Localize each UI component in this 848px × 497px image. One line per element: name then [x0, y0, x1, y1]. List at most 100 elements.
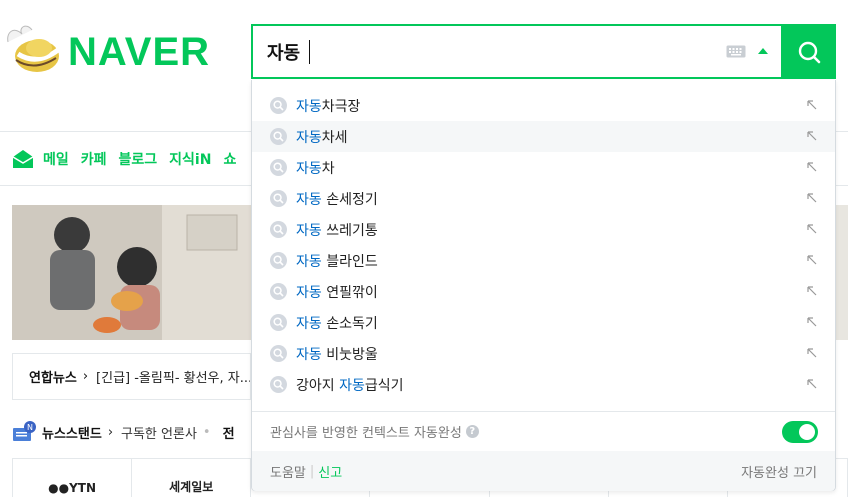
search-icon: [270, 97, 287, 114]
arrow-up-left-icon[interactable]: [806, 316, 818, 328]
chevron-right-icon: ›: [82, 369, 89, 384]
arrow-up-left-icon[interactable]: [806, 192, 818, 204]
press-logo-text: ●●YTN: [48, 481, 96, 495]
suggestion-rest: 차: [321, 160, 335, 177]
help-link[interactable]: 도움말: [270, 462, 306, 481]
service-nav: 메일 카페 블로그 지식iN 쇼: [12, 147, 250, 171]
context-autocomplete-label: 관심사를 반영한 컨텍스트 자동완성: [270, 426, 462, 441]
suggestion-match: 자동: [296, 346, 322, 363]
arrow-up-left-icon[interactable]: [806, 254, 818, 266]
ad-banner-image[interactable]: [12, 205, 251, 340]
suggestion-text: 자동 쓰레기통: [296, 220, 378, 240]
search-button[interactable]: [781, 24, 836, 79]
side-banner-image[interactable]: [836, 205, 848, 340]
news-source: 연합뉴스: [29, 371, 77, 386]
suggestion-item[interactable]: 자동차극장: [252, 90, 835, 121]
search-icon: [798, 41, 820, 63]
suggestion-text: 강아지 자동급식기: [296, 375, 404, 395]
suggestion-item[interactable]: 자동 쓰레기통: [252, 214, 835, 245]
autocomplete-footer: 도움말 | 신고 자동완성 끄기: [252, 451, 835, 491]
search-icon: [270, 252, 287, 269]
suggestion-text: 자동 손소독기: [296, 313, 378, 333]
newsstand-all-link[interactable]: 전: [223, 423, 235, 442]
suggestion-match: 자동: [296, 98, 322, 115]
press-logo[interactable]: ●●YTN: [13, 459, 133, 497]
suggestion-item[interactable]: 자동차: [252, 152, 835, 183]
search-icon: [270, 190, 287, 207]
dot-separator: •: [202, 424, 211, 440]
suggestion-text: 자동차극장: [296, 96, 360, 116]
suggestion-rest: 블라인드: [321, 253, 378, 270]
suggestion-item[interactable]: 자동 블라인드: [252, 245, 835, 276]
suggestion-rest: 손세정기: [321, 191, 378, 208]
search-icon: [270, 128, 287, 145]
news-headline[interactable]: [긴급] -올림픽- 황선우, 자...: [96, 367, 250, 386]
arrow-up-icon[interactable]: [758, 48, 768, 54]
separator: |: [309, 463, 315, 479]
newsstand-header: N 뉴스스탠드 › 구독한 언론사 • 전: [12, 420, 251, 444]
suggestion-match: 자동: [296, 160, 322, 177]
search-box[interactable]: [251, 24, 781, 79]
nav-shopping[interactable]: 쇼: [223, 149, 236, 169]
nav-mail[interactable]: 메일: [43, 149, 69, 169]
autocomplete-dropdown: 자동차극장 자동차세 자동차 자동 손세정기 자동 쓰레기통 자동 블라인드 자동 연필깎이…: [251, 80, 836, 491]
suggestion-rest: 손소독기: [321, 315, 378, 332]
suggestion-item[interactable]: 강아지 자동급식기: [252, 369, 835, 400]
chevron-right-icon: ›: [107, 424, 114, 440]
suggestion-item[interactable]: 자동 연필깎이: [252, 276, 835, 307]
arrow-up-left-icon[interactable]: [806, 378, 818, 390]
toggle-knob: [799, 424, 815, 440]
suggestion-match: 자동: [296, 129, 322, 146]
nav-kin[interactable]: 지식iN: [169, 149, 211, 169]
suggestion-text: 자동차: [296, 158, 335, 178]
help-icon[interactable]: ?: [465, 425, 479, 438]
newsstand-badge: N: [27, 423, 33, 432]
turn-off-autocomplete-link[interactable]: 자동완성 끄기: [741, 462, 817, 481]
arrow-up-left-icon[interactable]: [806, 99, 818, 111]
suggestion-text: 자동 비눗방울: [296, 344, 378, 364]
newsstand-icon: N: [13, 421, 36, 441]
subscribed-press-link[interactable]: 구독한 언론사: [121, 423, 197, 442]
press-logo[interactable]: 세계일보: [132, 459, 252, 497]
text-cursor: [309, 40, 310, 64]
suggestion-text: 자동차세: [296, 127, 348, 147]
search-icon: [270, 221, 287, 238]
suggestion-item[interactable]: 자동 손소독기: [252, 307, 835, 338]
suggestion-match: 자동: [296, 222, 322, 239]
news-ticker[interactable]: 연합뉴스 › [긴급] -올림픽- 황선우, 자...: [12, 353, 251, 400]
suggestion-item[interactable]: 자동 손세정기: [252, 183, 835, 214]
nav-cafe[interactable]: 카페: [81, 149, 107, 169]
arrow-up-left-icon[interactable]: [806, 130, 818, 142]
press-logo-text: 세계일보: [169, 480, 214, 494]
arrow-up-left-icon[interactable]: [806, 285, 818, 297]
search-icon: [270, 314, 287, 331]
search-icon: [270, 345, 287, 362]
newsstand-title[interactable]: 뉴스스탠드: [42, 423, 102, 442]
report-link[interactable]: 신고: [318, 462, 342, 481]
suggestion-match: 자동: [296, 253, 322, 270]
suggestion-prefix: 강아지: [296, 377, 340, 394]
suggestion-item[interactable]: 자동 비눗방울: [252, 338, 835, 369]
search-icon: [270, 283, 287, 300]
mail-icon[interactable]: [12, 149, 34, 169]
suggestion-rest: 연필깎이: [321, 284, 378, 301]
arrow-up-left-icon[interactable]: [806, 161, 818, 173]
suggestion-rest: 차극장: [321, 98, 361, 115]
nav-blog[interactable]: 블로그: [119, 149, 158, 169]
arrow-up-left-icon[interactable]: [806, 223, 818, 235]
suggestion-match: 자동: [296, 284, 322, 301]
suggestion-text: 자동 연필깎이: [296, 282, 378, 302]
suggestion-text: 자동 블라인드: [296, 251, 378, 271]
suggestion-match: 자동: [296, 191, 322, 208]
suggestion-rest: 비눗방울: [321, 346, 378, 363]
keyboard-icon[interactable]: [726, 45, 746, 58]
naver-mascot-logo[interactable]: [4, 20, 62, 76]
search-icon: [270, 376, 287, 393]
suggestion-item[interactable]: 자동차세: [252, 121, 835, 152]
naver-logo[interactable]: NAVER: [68, 28, 210, 76]
context-autocomplete-row: 관심사를 반영한 컨텍스트 자동완성 ?: [252, 411, 835, 451]
arrow-up-left-icon[interactable]: [806, 347, 818, 359]
suggestion-rest: 차세: [321, 129, 348, 146]
search-input[interactable]: [267, 38, 687, 66]
context-autocomplete-toggle[interactable]: [782, 421, 818, 443]
